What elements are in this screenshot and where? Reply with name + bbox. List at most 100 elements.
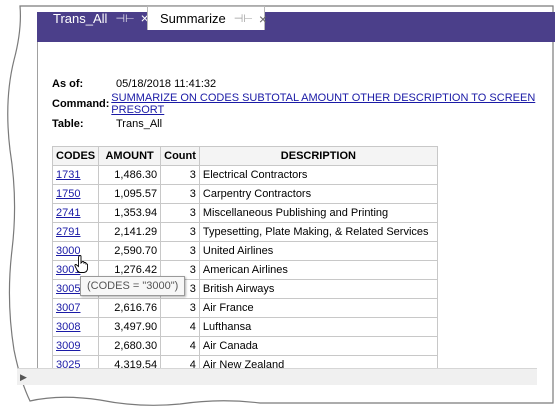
pin-icon[interactable]: ⊣⊢ xyxy=(234,12,253,25)
cell-description: Miscellaneous Publishing and Printing xyxy=(202,207,389,219)
command-label: Command: xyxy=(52,98,110,110)
table-row: 3008 3,497.90 4 Lufthansa xyxy=(51,317,438,337)
cell-amount: 1,353.94 xyxy=(114,207,158,219)
table-cell: Air France xyxy=(198,298,438,318)
cell-code-link[interactable]: 3007 xyxy=(56,302,80,314)
table-cell: Typesetting, Plate Making, & Related Ser… xyxy=(198,222,438,242)
cell-amount: 2,141.29 xyxy=(114,226,158,238)
as-of-value: 05/18/2018 11:41:32 xyxy=(116,78,217,90)
table-row: 2741 1,353.94 3 Miscellaneous Publishing an… xyxy=(51,203,438,223)
table-cell: 4 xyxy=(160,317,200,337)
table-cell: 2741 xyxy=(51,203,100,223)
table-cell: 2,141.29 xyxy=(98,222,162,242)
table-cell: 3 xyxy=(160,165,200,185)
table-value: Trans_All xyxy=(116,118,163,130)
as-of-label: As of: xyxy=(52,78,84,90)
cell-code-link[interactable]: 3005 xyxy=(56,283,80,295)
hand-cursor-icon xyxy=(74,255,88,273)
table-cell: 2,680.30 xyxy=(98,336,162,356)
results-pane: As of: 05/18/2018 11:41:32 Command: SUMM… xyxy=(37,42,555,382)
table-cell: American Airlines xyxy=(198,260,438,280)
cell-description: British Airways xyxy=(202,283,275,295)
summary-table: CODES AMOUNT Count DESCRIPTION 1731 1,486… xyxy=(51,146,438,375)
cell-description: United Airlines xyxy=(202,245,274,257)
cell-description: American Airlines xyxy=(202,264,288,276)
cell-description: Typesetting, Plate Making, & Related Ser… xyxy=(202,226,429,238)
column-header-amount[interactable]: AMOUNT xyxy=(98,146,162,166)
cell-code-link[interactable]: 1750 xyxy=(56,188,80,200)
cell-description: Air France xyxy=(202,302,254,314)
table-cell: Air Canada xyxy=(198,336,438,356)
close-icon[interactable]: × xyxy=(259,11,267,27)
cell-amount: 1,276.42 xyxy=(114,264,158,276)
table-row: 1731 1,486.30 3 Electrical Contractors xyxy=(51,165,438,185)
table-cell: 3 xyxy=(160,222,200,242)
table-cell: Electrical Contractors xyxy=(198,165,438,185)
cell-description: Air Canada xyxy=(202,340,258,352)
cell-description: Carpentry Contractors xyxy=(202,188,312,200)
table-cell: Lufthansa xyxy=(198,317,438,337)
table-cell: British Airways xyxy=(198,279,438,299)
cell-count: 3 xyxy=(189,302,196,314)
cell-code-link[interactable]: 3009 xyxy=(56,340,80,352)
command-link[interactable]: SUMMARIZE ON CODES SUBTOTAL AMOUNT OTHER… xyxy=(111,92,555,116)
cell-count: 3 xyxy=(189,283,196,295)
cell-code-link[interactable]: 3008 xyxy=(56,321,80,333)
pin-icon[interactable]: ⊣⊢ xyxy=(115,12,134,25)
cell-amount: 2,616.76 xyxy=(114,302,158,314)
tab-trans-all[interactable]: Trans_All ⊣⊢ × xyxy=(41,6,149,30)
table-cell: 3008 xyxy=(51,317,100,337)
table-cell: 2,590.70 xyxy=(98,241,162,261)
cell-code-link[interactable]: 1731 xyxy=(56,169,80,181)
cell-code-link[interactable]: 2741 xyxy=(56,207,80,219)
table-label: Table: xyxy=(52,118,84,130)
cell-count: 3 xyxy=(189,188,196,200)
table-cell: 1,353.94 xyxy=(98,203,162,223)
table-row: 1750 1,095.57 3 Carpentry Contractors xyxy=(51,184,438,204)
table-cell: 3 xyxy=(160,298,200,318)
table-cell: United Airlines xyxy=(198,241,438,261)
cell-description: Electrical Contractors xyxy=(202,169,308,181)
table-row: 3000 2,590.70 3 United Airlines xyxy=(51,241,438,261)
cell-count: 3 xyxy=(189,169,196,181)
table-cell: 3009 xyxy=(51,336,100,356)
table-cell: Carpentry Contractors xyxy=(198,184,438,204)
table-row: 2791 2,141.29 3 Typesetting, Plate Making, … xyxy=(51,222,438,242)
table-cell: 1,095.57 xyxy=(98,184,162,204)
table-header-row: CODES AMOUNT Count DESCRIPTION xyxy=(51,146,438,166)
table-row: 3009 2,680.30 4 Air Canada xyxy=(51,336,438,356)
result-meta: As of: 05/18/2018 11:41:32 Command: SUMM… xyxy=(52,74,555,134)
table-cell: 4 xyxy=(160,336,200,356)
table-body: 1731 1,486.30 3 Electrical Contractors 1750 1… xyxy=(51,165,438,375)
column-header-codes[interactable]: CODES xyxy=(51,146,100,166)
cell-amount: 2,590.70 xyxy=(114,245,158,257)
table-cell: 2791 xyxy=(51,222,100,242)
table-row: 3007 2,616.76 3 Air France xyxy=(51,298,438,318)
cell-code-link[interactable]: 2791 xyxy=(56,226,80,238)
cell-amount: 1,095.57 xyxy=(114,188,158,200)
tab-summarize[interactable]: Summarize ⊣⊢ × xyxy=(147,6,267,30)
table-cell: 2,616.76 xyxy=(98,298,162,318)
table-cell: 3 xyxy=(160,184,200,204)
cell-tooltip: (CODES = "3000") xyxy=(80,276,186,296)
tab-label: Trans_All xyxy=(53,10,108,26)
column-header-description[interactable]: DESCRIPTION xyxy=(198,146,438,166)
cell-count: 3 xyxy=(189,207,196,219)
cell-count: 3 xyxy=(189,264,196,276)
table-cell: 3 xyxy=(160,203,200,223)
cell-count: 4 xyxy=(189,340,196,352)
horizontal-scrollbar[interactable]: ▶ xyxy=(17,368,537,385)
cell-amount: 2,680.30 xyxy=(114,340,158,352)
cell-count: 4 xyxy=(189,321,196,333)
cell-amount: 1,486.30 xyxy=(114,169,158,181)
table-cell: Miscellaneous Publishing and Printing xyxy=(198,203,438,223)
cell-amount: 3,497.90 xyxy=(114,321,158,333)
table-cell: 1,486.30 xyxy=(98,165,162,185)
table-cell: 3007 xyxy=(51,298,100,318)
cell-description: Lufthansa xyxy=(202,321,252,333)
scroll-left-icon[interactable]: ▶ xyxy=(20,372,27,383)
column-header-count[interactable]: Count xyxy=(160,146,200,166)
table-cell: 1731 xyxy=(51,165,100,185)
cell-count: 3 xyxy=(189,226,196,238)
cell-count: 3 xyxy=(189,245,196,257)
